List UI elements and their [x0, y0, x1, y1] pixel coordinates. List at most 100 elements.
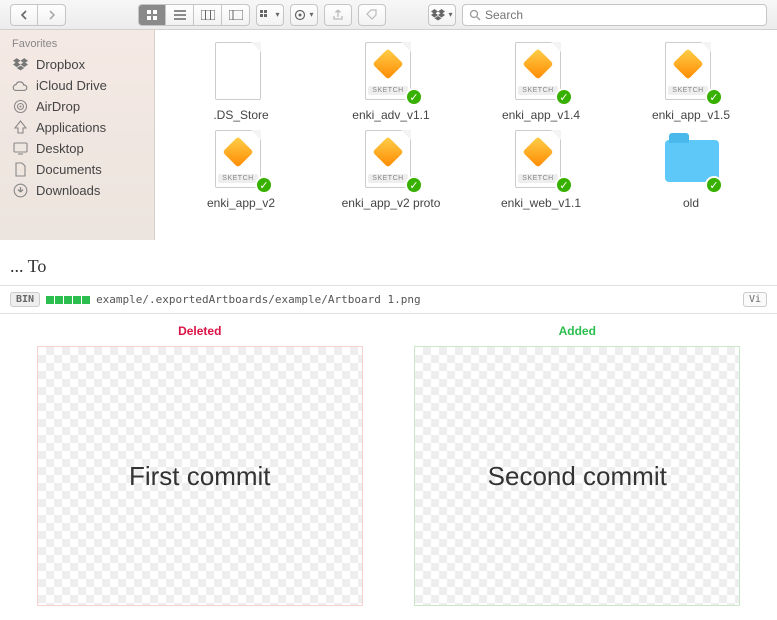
file-item[interactable]: SKETCH✓ enki_web_v1.1	[477, 130, 605, 210]
dropbox-icon	[431, 9, 445, 21]
view-gallery-button[interactable]	[222, 4, 250, 26]
sketch-diamond-icon	[372, 48, 403, 79]
arrange-button[interactable]: ▾	[256, 4, 284, 26]
synced-check-icon: ✓	[405, 88, 423, 106]
file-item[interactable]: SKETCH✓ enki_app_v1.5	[627, 42, 755, 122]
file-item[interactable]: .DS_Store	[177, 42, 305, 122]
share-button[interactable]	[324, 4, 352, 26]
list-icon	[174, 10, 186, 20]
sidebar-item-label: Dropbox	[36, 57, 85, 72]
added-label: Added	[559, 324, 596, 338]
view-columns-button[interactable]	[194, 4, 222, 26]
sidebar-item-label: iCloud Drive	[36, 78, 107, 93]
sketch-file-icon: SKETCH	[515, 42, 561, 100]
gear-icon	[294, 9, 306, 21]
search-icon	[469, 9, 481, 21]
diff-stat-blocks	[46, 296, 90, 304]
sketch-diamond-icon	[372, 136, 403, 167]
sidebar-item-desktop[interactable]: Desktop	[0, 138, 154, 159]
file-item[interactable]: SKETCH✓enki_app_v1.4	[477, 42, 605, 122]
finder-body: Favorites Dropbox iCloud Drive AirDrop A…	[0, 30, 777, 240]
sketch-file-icon: SKETCH	[215, 130, 261, 188]
tags-button[interactable]	[358, 4, 386, 26]
sidebar-item-label: Applications	[36, 120, 106, 135]
diff-file-path: example/.exportedArtboards/example/Artbo…	[96, 293, 421, 306]
dropdown-caret-icon: ▾	[448, 10, 452, 19]
added-image: Second commit	[414, 346, 740, 606]
view-mode-buttons	[138, 4, 250, 26]
file-grid: .DS_StoreSKETCH✓enki_adv_v1.1SKETCH✓enki…	[155, 30, 777, 240]
file-item[interactable]: ✓old	[627, 130, 755, 210]
grid-icon	[146, 9, 158, 21]
dropbox-toolbar-button[interactable]: ▾	[428, 4, 456, 26]
sidebar-item-dropbox[interactable]: Dropbox	[0, 54, 154, 75]
desktop-icon	[12, 142, 28, 155]
sketch-file-icon: SKETCH	[365, 130, 411, 188]
file-label: enki_adv_v1.1	[352, 108, 429, 122]
action-button[interactable]: ▾	[290, 4, 318, 26]
tag-icon	[366, 9, 378, 21]
file-type-tag: SKETCH	[518, 174, 558, 183]
sidebar-item-label: Desktop	[36, 141, 84, 156]
sidebar-header: Favorites	[0, 36, 154, 54]
sidebar: Favorites Dropbox iCloud Drive AirDrop A…	[0, 30, 155, 240]
sidebar-item-airdrop[interactable]: AirDrop	[0, 96, 154, 117]
file-label: enki_app_v1.4	[502, 108, 580, 122]
added-image-text: Second commit	[488, 461, 667, 492]
deleted-image-text: First commit	[129, 461, 271, 492]
download-icon	[12, 183, 28, 198]
airdrop-icon	[12, 99, 28, 114]
file-type-tag: SKETCH	[518, 86, 558, 95]
file-type-tag: SKETCH	[218, 174, 258, 183]
view-list-button[interactable]	[166, 4, 194, 26]
forward-button[interactable]	[38, 4, 66, 26]
back-button[interactable]	[10, 4, 38, 26]
documents-icon	[12, 162, 28, 177]
bin-badge: BIN	[10, 292, 40, 307]
sidebar-item-label: Documents	[36, 162, 102, 177]
chevron-right-icon	[48, 10, 56, 20]
search-input[interactable]	[485, 8, 760, 22]
file-icon	[215, 42, 261, 100]
view-icons-button[interactable]	[138, 4, 166, 26]
view-file-button[interactable]: Vi	[743, 292, 767, 307]
file-label: enki_app_v2	[207, 196, 275, 210]
synced-check-icon: ✓	[255, 176, 273, 194]
finder-toolbar: ▾ ▾ ▾	[0, 0, 777, 30]
search-field[interactable]	[462, 4, 767, 26]
file-item[interactable]: SKETCH✓ enki_app_v2	[177, 130, 305, 210]
file-type-tag: SKETCH	[368, 174, 408, 183]
sketch-diamond-icon	[672, 48, 703, 79]
sketch-diamond-icon	[522, 136, 553, 167]
diff-added-col: Added Second commit	[392, 324, 764, 606]
sketch-diamond-icon	[222, 136, 253, 167]
cloud-icon	[12, 80, 28, 91]
file-item[interactable]: SKETCH✓ enki_adv_v1.1	[327, 42, 455, 122]
sketch-diamond-icon	[522, 48, 553, 79]
deleted-label: Deleted	[178, 324, 221, 338]
share-icon	[332, 9, 344, 21]
arrange-icon	[260, 10, 272, 20]
apps-icon	[12, 120, 28, 135]
synced-check-icon: ✓	[405, 176, 423, 194]
sidebar-item-downloads[interactable]: Downloads	[0, 180, 154, 201]
sidebar-item-label: Downloads	[36, 183, 100, 198]
sketch-file-icon: SKETCH	[365, 42, 411, 100]
dropdown-caret-icon: ▾	[309, 10, 313, 19]
sidebar-item-documents[interactable]: Documents	[0, 159, 154, 180]
diff-images: Deleted First commit Added Second commit	[0, 314, 777, 606]
sidebar-item-icloud[interactable]: iCloud Drive	[0, 75, 154, 96]
synced-check-icon: ✓	[705, 88, 723, 106]
dropdown-caret-icon: ▾	[275, 10, 279, 19]
sidebar-item-applications[interactable]: Applications	[0, 117, 154, 138]
synced-check-icon: ✓	[555, 176, 573, 194]
dropbox-icon	[12, 58, 28, 71]
sidebar-item-label: AirDrop	[36, 99, 80, 114]
gallery-icon	[229, 10, 243, 20]
file-label: enki_app_v1.5	[652, 108, 730, 122]
diff-header-bar: BIN example/.exportedArtboards/example/A…	[0, 285, 777, 314]
file-type-tag: SKETCH	[668, 86, 708, 95]
file-label: enki_app_v2 proto	[342, 196, 441, 210]
file-item[interactable]: SKETCH✓ enki_app_v2 proto	[327, 130, 455, 210]
file-label: enki_web_v1.1	[501, 196, 581, 210]
